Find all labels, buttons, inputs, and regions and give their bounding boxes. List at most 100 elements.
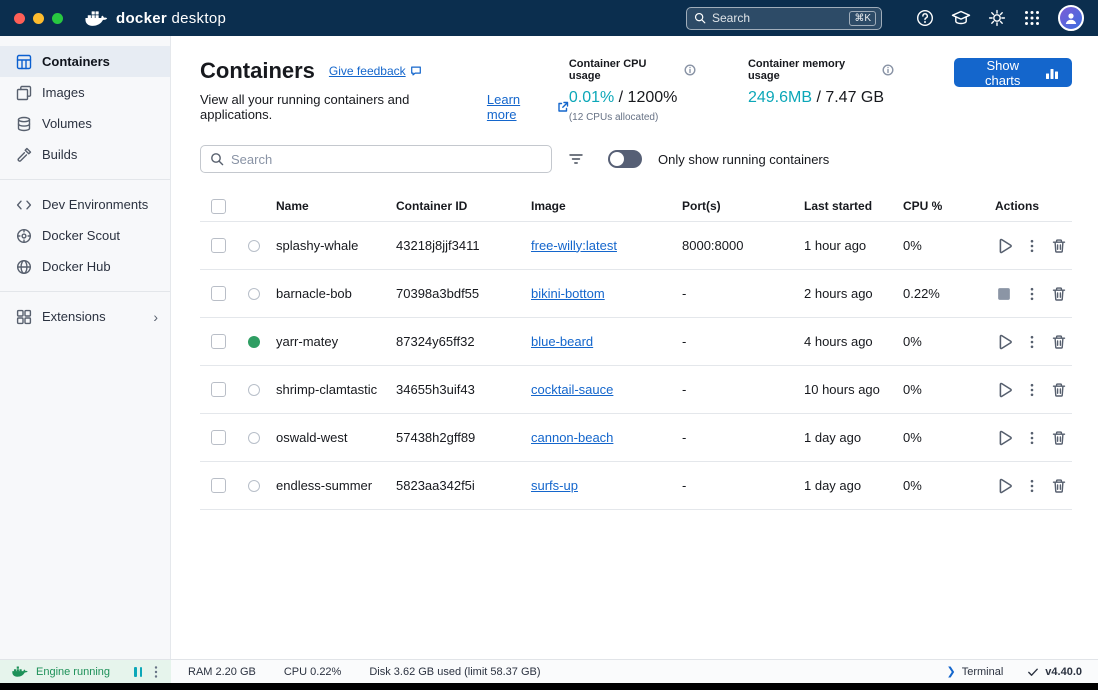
docker-desktop-logo: docker desktop bbox=[85, 9, 226, 28]
row-checkbox[interactable] bbox=[211, 430, 226, 445]
container-search-input[interactable] bbox=[231, 152, 542, 167]
image-link[interactable]: cocktail-sauce bbox=[531, 382, 613, 397]
zoom-window-button[interactable] bbox=[52, 13, 63, 24]
sidebar-item-dev-environments[interactable]: Dev Environments bbox=[0, 189, 170, 220]
delete-container-button[interactable] bbox=[1051, 238, 1067, 254]
cpu-usage: CPU 0.22% bbox=[284, 666, 341, 678]
column-header-cpu[interactable]: CPU % bbox=[903, 199, 995, 213]
column-header-container-id[interactable]: Container ID bbox=[396, 199, 531, 213]
window-controls[interactable] bbox=[14, 13, 63, 24]
container-id: 34655h3uif43 bbox=[396, 382, 531, 397]
start-container-button[interactable] bbox=[995, 477, 1013, 495]
sidebar-item-extensions[interactable]: Extensions › bbox=[0, 301, 170, 332]
start-container-button[interactable] bbox=[995, 429, 1013, 447]
table-row[interactable]: endless-summer 5823aa342f5i surfs-up - 1… bbox=[200, 462, 1072, 510]
terminal-button[interactable]: ❯ Terminal bbox=[947, 665, 1004, 678]
close-window-button[interactable] bbox=[14, 13, 25, 24]
row-checkbox[interactable] bbox=[211, 286, 226, 301]
sidebar-item-builds[interactable]: Builds bbox=[0, 139, 170, 170]
sidebar-item-docker-scout[interactable]: Docker Scout bbox=[0, 220, 170, 251]
learn-more-link[interactable]: Learn more bbox=[487, 92, 553, 122]
image-link[interactable]: bikini-bottom bbox=[531, 286, 605, 301]
column-header-ports[interactable]: Port(s) bbox=[682, 199, 804, 213]
apps-grid-icon[interactable] bbox=[1023, 9, 1041, 27]
page-title: Containers bbox=[200, 58, 315, 84]
filter-icon[interactable] bbox=[568, 151, 584, 167]
table-row[interactable]: oswald-west 57438h2gff89 cannon-beach - … bbox=[200, 414, 1072, 462]
stop-container-button[interactable] bbox=[995, 285, 1013, 303]
table-row[interactable]: yarr-matey 87324y65ff32 blue-beard - 4 h… bbox=[200, 318, 1072, 366]
search-icon bbox=[210, 152, 224, 166]
container-status-icon bbox=[248, 432, 260, 444]
image-link[interactable]: cannon-beach bbox=[531, 430, 613, 445]
sidebar-item-label: Docker Scout bbox=[42, 228, 120, 243]
user-avatar[interactable] bbox=[1058, 5, 1084, 31]
sidebar-item-docker-hub[interactable]: Docker Hub bbox=[0, 251, 170, 282]
row-checkbox[interactable] bbox=[211, 238, 226, 253]
settings-gear-icon[interactable] bbox=[988, 9, 1006, 27]
sidebar-item-containers[interactable]: Containers bbox=[0, 46, 170, 77]
sidebar-item-images[interactable]: Images bbox=[0, 77, 170, 108]
give-feedback-link[interactable]: Give feedback bbox=[329, 64, 422, 78]
version-status[interactable]: v4.40.0 bbox=[1027, 666, 1082, 678]
container-last-started: 2 hours ago bbox=[804, 286, 903, 301]
info-icon[interactable] bbox=[882, 64, 894, 76]
start-container-button[interactable] bbox=[995, 381, 1013, 399]
delete-container-button[interactable] bbox=[1051, 430, 1067, 446]
image-link[interactable]: blue-beard bbox=[531, 334, 593, 349]
dev-environments-icon bbox=[16, 197, 32, 213]
container-ports: - bbox=[682, 334, 804, 349]
row-menu-button[interactable] bbox=[1024, 286, 1040, 302]
show-charts-button[interactable]: Show charts bbox=[954, 58, 1072, 87]
global-search[interactable]: ⌘K bbox=[686, 7, 882, 30]
row-menu-button[interactable] bbox=[1024, 382, 1040, 398]
container-name: barnacle-bob bbox=[276, 286, 396, 301]
row-menu-button[interactable] bbox=[1024, 334, 1040, 350]
info-icon[interactable] bbox=[684, 64, 696, 76]
row-menu-button[interactable] bbox=[1024, 430, 1040, 446]
delete-container-button[interactable] bbox=[1051, 286, 1067, 302]
delete-container-button[interactable] bbox=[1051, 334, 1067, 350]
container-id: 87324y65ff32 bbox=[396, 334, 531, 349]
main-content: Containers Give feedback View all your r… bbox=[171, 36, 1098, 659]
ram-usage: RAM 2.20 GB bbox=[188, 666, 256, 678]
column-header-last-started[interactable]: Last started bbox=[804, 199, 903, 213]
row-checkbox[interactable] bbox=[211, 334, 226, 349]
sidebar-nav: Containers Images Volumes Builds Dev Env… bbox=[0, 36, 171, 659]
start-container-button[interactable] bbox=[995, 237, 1013, 255]
sidebar-item-label: Dev Environments bbox=[42, 197, 148, 212]
minimize-window-button[interactable] bbox=[33, 13, 44, 24]
sidebar-divider bbox=[0, 291, 170, 292]
row-menu-button[interactable] bbox=[1024, 238, 1040, 254]
container-cpu: 0% bbox=[903, 430, 995, 445]
volumes-icon bbox=[16, 116, 32, 132]
global-search-input[interactable] bbox=[712, 11, 843, 25]
cpu-usage-label: Container CPU usage bbox=[569, 58, 680, 82]
column-header-image[interactable]: Image bbox=[531, 199, 682, 213]
image-link[interactable]: surfs-up bbox=[531, 478, 578, 493]
table-row[interactable]: splashy-whale 43218j8jjf3411 free-willy:… bbox=[200, 222, 1072, 270]
delete-container-button[interactable] bbox=[1051, 478, 1067, 494]
logo-docker-text: docker bbox=[116, 10, 167, 27]
row-checkbox[interactable] bbox=[211, 382, 226, 397]
container-search[interactable] bbox=[200, 145, 552, 173]
image-link[interactable]: free-willy:latest bbox=[531, 238, 617, 253]
extensions-icon bbox=[16, 309, 32, 325]
sidebar-item-volumes[interactable]: Volumes bbox=[0, 108, 170, 139]
pause-engine-icon[interactable] bbox=[134, 667, 142, 677]
column-header-name[interactable]: Name bbox=[276, 199, 396, 213]
row-checkbox[interactable] bbox=[211, 478, 226, 493]
table-row[interactable]: shrimp-clamtastic 34655h3uif43 cocktail-… bbox=[200, 366, 1072, 414]
table-row[interactable]: barnacle-bob 70398a3bdf55 bikini-bottom … bbox=[200, 270, 1072, 318]
row-menu-button[interactable] bbox=[1024, 478, 1040, 494]
sidebar-item-label: Docker Hub bbox=[42, 259, 111, 274]
select-all-checkbox[interactable] bbox=[211, 199, 226, 214]
delete-container-button[interactable] bbox=[1051, 382, 1067, 398]
sidebar-item-label: Containers bbox=[42, 54, 110, 69]
start-container-button[interactable] bbox=[995, 333, 1013, 351]
learning-center-icon[interactable] bbox=[951, 8, 971, 28]
container-ports: - bbox=[682, 478, 804, 493]
help-icon[interactable] bbox=[916, 9, 934, 27]
running-only-toggle[interactable] bbox=[608, 150, 642, 168]
engine-menu-icon[interactable] bbox=[149, 665, 163, 679]
